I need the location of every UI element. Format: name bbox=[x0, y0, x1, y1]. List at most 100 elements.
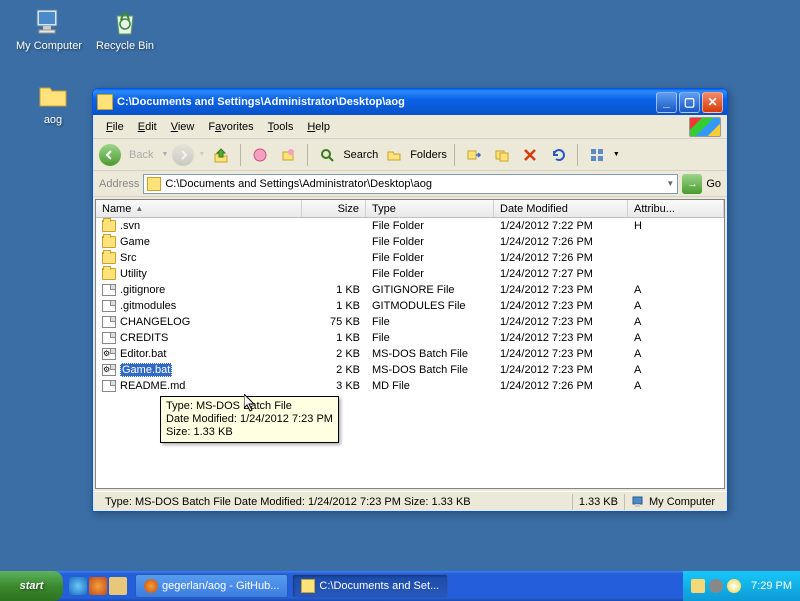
file-row[interactable]: CHANGELOG75 KBFile1/24/2012 7:23 PMA bbox=[96, 314, 724, 330]
tray-icon-2[interactable] bbox=[709, 579, 723, 593]
file-date: 1/24/2012 7:27 PM bbox=[494, 268, 628, 280]
file-type: File Folder bbox=[366, 236, 494, 248]
folder-icon bbox=[102, 236, 116, 248]
menu-favorites[interactable]: Favorites bbox=[201, 118, 260, 136]
desktop-icon-label: aog bbox=[18, 114, 88, 126]
file-row[interactable]: UtilityFile Folder1/24/2012 7:27 PM bbox=[96, 266, 724, 282]
status-mid: 1.33 KB bbox=[572, 494, 624, 510]
ql-ie-icon[interactable] bbox=[69, 577, 87, 595]
column-attr[interactable]: Attribu... bbox=[628, 200, 724, 217]
desktop-icon-label: My Computer bbox=[14, 40, 84, 52]
toolbar-btn-1[interactable] bbox=[248, 143, 272, 167]
up-button[interactable] bbox=[209, 143, 233, 167]
file-date: 1/24/2012 7:23 PM bbox=[494, 348, 628, 360]
file-type: File bbox=[366, 332, 494, 344]
file-name: Utility bbox=[120, 268, 147, 280]
copy-to-button[interactable] bbox=[490, 143, 514, 167]
tray-clock[interactable]: 7:29 PM bbox=[751, 580, 792, 592]
forward-button bbox=[172, 144, 194, 166]
undo-button[interactable] bbox=[546, 143, 570, 167]
back-button[interactable] bbox=[99, 144, 121, 166]
tray-icon-3[interactable] bbox=[727, 579, 741, 593]
file-row[interactable]: GameFile Folder1/24/2012 7:26 PM bbox=[96, 234, 724, 250]
file-name: Src bbox=[120, 252, 137, 264]
file-type: File bbox=[366, 316, 494, 328]
taskbar-button-explorer[interactable]: C:\Documents and Set... bbox=[292, 574, 448, 598]
views-button[interactable] bbox=[585, 143, 609, 167]
menu-file[interactable]: File bbox=[99, 118, 131, 136]
desktop-icon-label: Recycle Bin bbox=[90, 40, 160, 52]
tray-icon-1[interactable] bbox=[691, 579, 705, 593]
menu-help[interactable]: Help bbox=[300, 118, 337, 136]
file-type: MS-DOS Batch File bbox=[366, 348, 494, 360]
file-date: 1/24/2012 7:23 PM bbox=[494, 332, 628, 344]
file-type: MS-DOS Batch File bbox=[366, 364, 494, 376]
column-date[interactable]: Date Modified bbox=[494, 200, 628, 217]
file-row[interactable]: .gitmodules1 KBGITMODULES File1/24/2012 … bbox=[96, 298, 724, 314]
toolbar-btn-2[interactable] bbox=[276, 143, 300, 167]
file-type: MD File bbox=[366, 380, 494, 392]
maximize-button[interactable]: ▢ bbox=[679, 92, 700, 113]
file-row[interactable]: README.md3 KBMD File1/24/2012 7:26 PMA bbox=[96, 378, 724, 394]
column-size[interactable]: Size bbox=[302, 200, 366, 217]
file-row[interactable]: SrcFile Folder1/24/2012 7:26 PM bbox=[96, 250, 724, 266]
window-title: C:\Documents and Settings\Administrator\… bbox=[117, 96, 405, 108]
file-row[interactable]: Editor.bat2 KBMS-DOS Batch File1/24/2012… bbox=[96, 346, 724, 362]
delete-button[interactable] bbox=[518, 143, 542, 167]
menu-edit[interactable]: Edit bbox=[131, 118, 164, 136]
file-size: 1 KB bbox=[302, 332, 366, 344]
file-name: CHANGELOG bbox=[120, 316, 190, 328]
file-attr: A bbox=[628, 364, 678, 376]
folders-button[interactable] bbox=[382, 143, 406, 167]
windows-flag-icon bbox=[689, 117, 721, 137]
file-type: File Folder bbox=[366, 220, 494, 232]
file-row[interactable]: .gitignore1 KBGITIGNORE File1/24/2012 7:… bbox=[96, 282, 724, 298]
minimize-button[interactable]: _ bbox=[656, 92, 677, 113]
file-row[interactable]: CREDITS1 KBFile1/24/2012 7:23 PMA bbox=[96, 330, 724, 346]
titlebar-folder-icon bbox=[97, 94, 113, 110]
taskbar-button-github[interactable]: gegerlan/aog - GitHub... bbox=[135, 574, 288, 598]
bat-icon bbox=[102, 348, 116, 360]
desktop-icon-aog[interactable]: aog bbox=[18, 80, 88, 126]
file-attr: A bbox=[628, 284, 678, 296]
move-to-button[interactable] bbox=[462, 143, 486, 167]
file-name: Game bbox=[120, 236, 150, 248]
column-type[interactable]: Type bbox=[366, 200, 494, 217]
bat-icon bbox=[102, 364, 116, 376]
file-name: CREDITS bbox=[120, 332, 168, 344]
menu-tools[interactable]: Tools bbox=[261, 118, 301, 136]
file-row[interactable]: Game.bat2 KBMS-DOS Batch File1/24/2012 7… bbox=[96, 362, 724, 378]
computer-icon bbox=[631, 495, 645, 509]
desktop-icon-my-computer[interactable]: My Computer bbox=[14, 6, 84, 52]
file-name: README.md bbox=[120, 380, 185, 392]
file-attr: A bbox=[628, 316, 678, 328]
start-button[interactable]: start bbox=[0, 571, 63, 601]
dropdown-icon[interactable]: ▼ bbox=[666, 179, 674, 188]
ql-firefox-icon[interactable] bbox=[89, 577, 107, 595]
file-size: 3 KB bbox=[302, 380, 366, 392]
file-icon bbox=[102, 332, 116, 344]
file-name: Game.bat bbox=[120, 363, 172, 377]
address-input[interactable]: C:\Documents and Settings\Administrator\… bbox=[143, 174, 678, 194]
system-tray: 7:29 PM bbox=[683, 571, 800, 601]
folder-icon bbox=[301, 579, 315, 593]
column-name[interactable]: Name▲ bbox=[96, 200, 302, 217]
search-button[interactable] bbox=[315, 143, 339, 167]
menu-view[interactable]: View bbox=[164, 118, 202, 136]
titlebar[interactable]: C:\Documents and Settings\Administrator\… bbox=[93, 89, 727, 115]
file-row[interactable]: .svnFile Folder1/24/2012 7:22 PMH bbox=[96, 218, 724, 234]
go-label: Go bbox=[706, 178, 721, 190]
file-attr: A bbox=[628, 348, 678, 360]
ql-app-icon[interactable] bbox=[109, 577, 127, 595]
close-button[interactable]: ✕ bbox=[702, 92, 723, 113]
file-name: .gitmodules bbox=[120, 300, 176, 312]
file-date: 1/24/2012 7:23 PM bbox=[494, 284, 628, 296]
file-date: 1/24/2012 7:23 PM bbox=[494, 316, 628, 328]
search-label: Search bbox=[343, 149, 378, 161]
file-name: .gitignore bbox=[120, 284, 165, 296]
file-size: 1 KB bbox=[302, 284, 366, 296]
address-label: Address bbox=[99, 178, 139, 190]
go-button[interactable]: → bbox=[682, 174, 702, 194]
desktop-icon-recycle-bin[interactable]: Recycle Bin bbox=[90, 6, 160, 52]
folder-icon bbox=[37, 80, 69, 112]
